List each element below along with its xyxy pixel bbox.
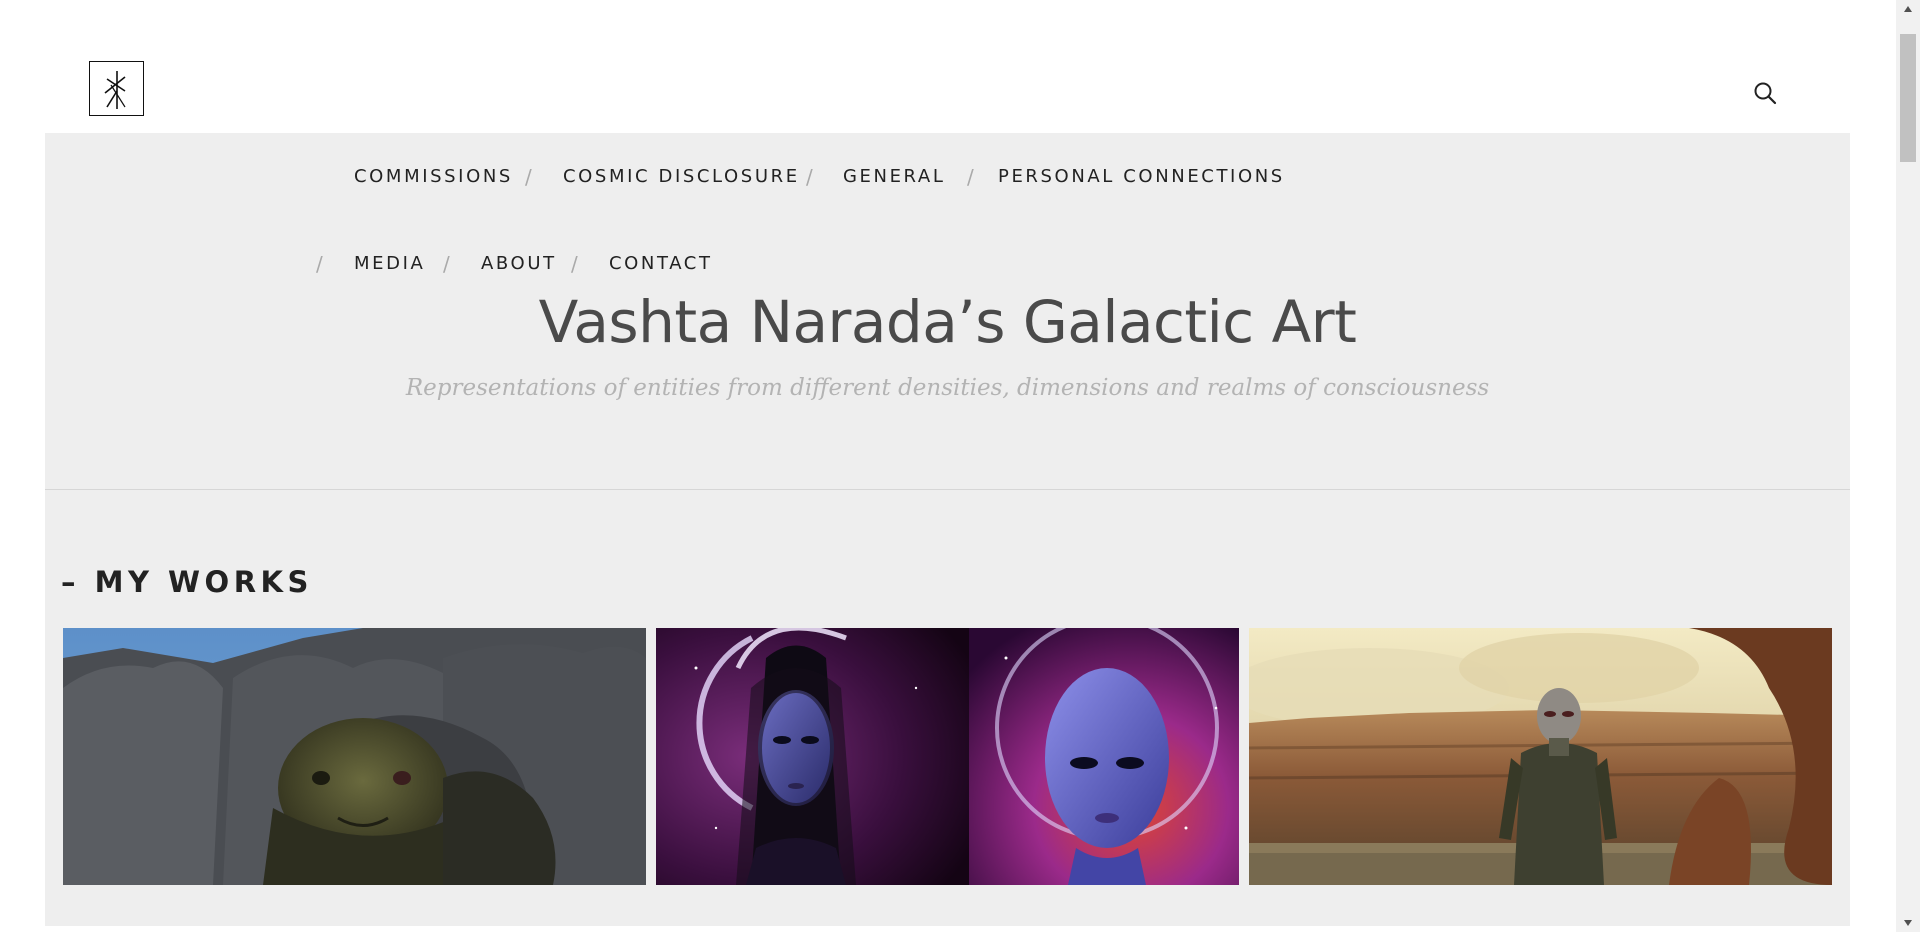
nav-separator: / (806, 165, 813, 189)
work-card-reptilian[interactable] (63, 628, 646, 885)
triangle-up-icon (1904, 6, 1912, 12)
work-card-blue-beings[interactable] (656, 628, 1239, 885)
my-works-heading: – MY WORKS (61, 565, 313, 599)
nav-separator: / (525, 165, 532, 189)
hero-panel: COMMISSIONS / COSMIC DISCLOSURE / GENERA… (45, 133, 1850, 932)
nav-separator: / (443, 252, 450, 276)
nav-commissions[interactable]: COMMISSIONS (354, 166, 513, 187)
search-button[interactable] (1752, 79, 1780, 107)
work-card-canyon-being[interactable] (1249, 628, 1832, 885)
nav-separator: / (571, 252, 578, 276)
scroll-down-arrow[interactable] (1896, 914, 1920, 932)
reptilian-artwork-image (63, 628, 646, 885)
nav-contact[interactable]: CONTACT (609, 253, 713, 274)
bottom-strip (0, 926, 1896, 932)
site-title[interactable]: Vashta Narada’s Galactic Art (45, 288, 1850, 356)
canyon-being-artwork-image (1249, 628, 1832, 885)
nav-media[interactable]: MEDIA (354, 253, 425, 274)
site-tagline: Representations of entities from differe… (405, 375, 1490, 401)
nav-personal-connections[interactable]: PERSONAL CONNECTIONS (998, 166, 1285, 187)
site-logo[interactable] (89, 61, 144, 116)
search-icon (1754, 82, 1777, 105)
nav-separator: / (967, 165, 974, 189)
nav-separator: / (316, 252, 323, 276)
triangle-down-icon (1904, 920, 1912, 926)
nav-cosmic-disclosure[interactable]: COSMIC DISCLOSURE (563, 166, 800, 187)
nav-about[interactable]: ABOUT (481, 253, 557, 274)
scroll-up-arrow[interactable] (1896, 0, 1920, 18)
blue-beings-artwork-image (656, 628, 1239, 885)
rune-logo-icon (104, 70, 126, 109)
nav-general[interactable]: GENERAL (843, 166, 945, 187)
scrollbar-thumb[interactable] (1900, 34, 1916, 162)
section-divider (45, 489, 1850, 490)
page: COMMISSIONS / COSMIC DISCLOSURE / GENERA… (0, 0, 1896, 932)
vertical-scrollbar[interactable] (1896, 0, 1920, 932)
